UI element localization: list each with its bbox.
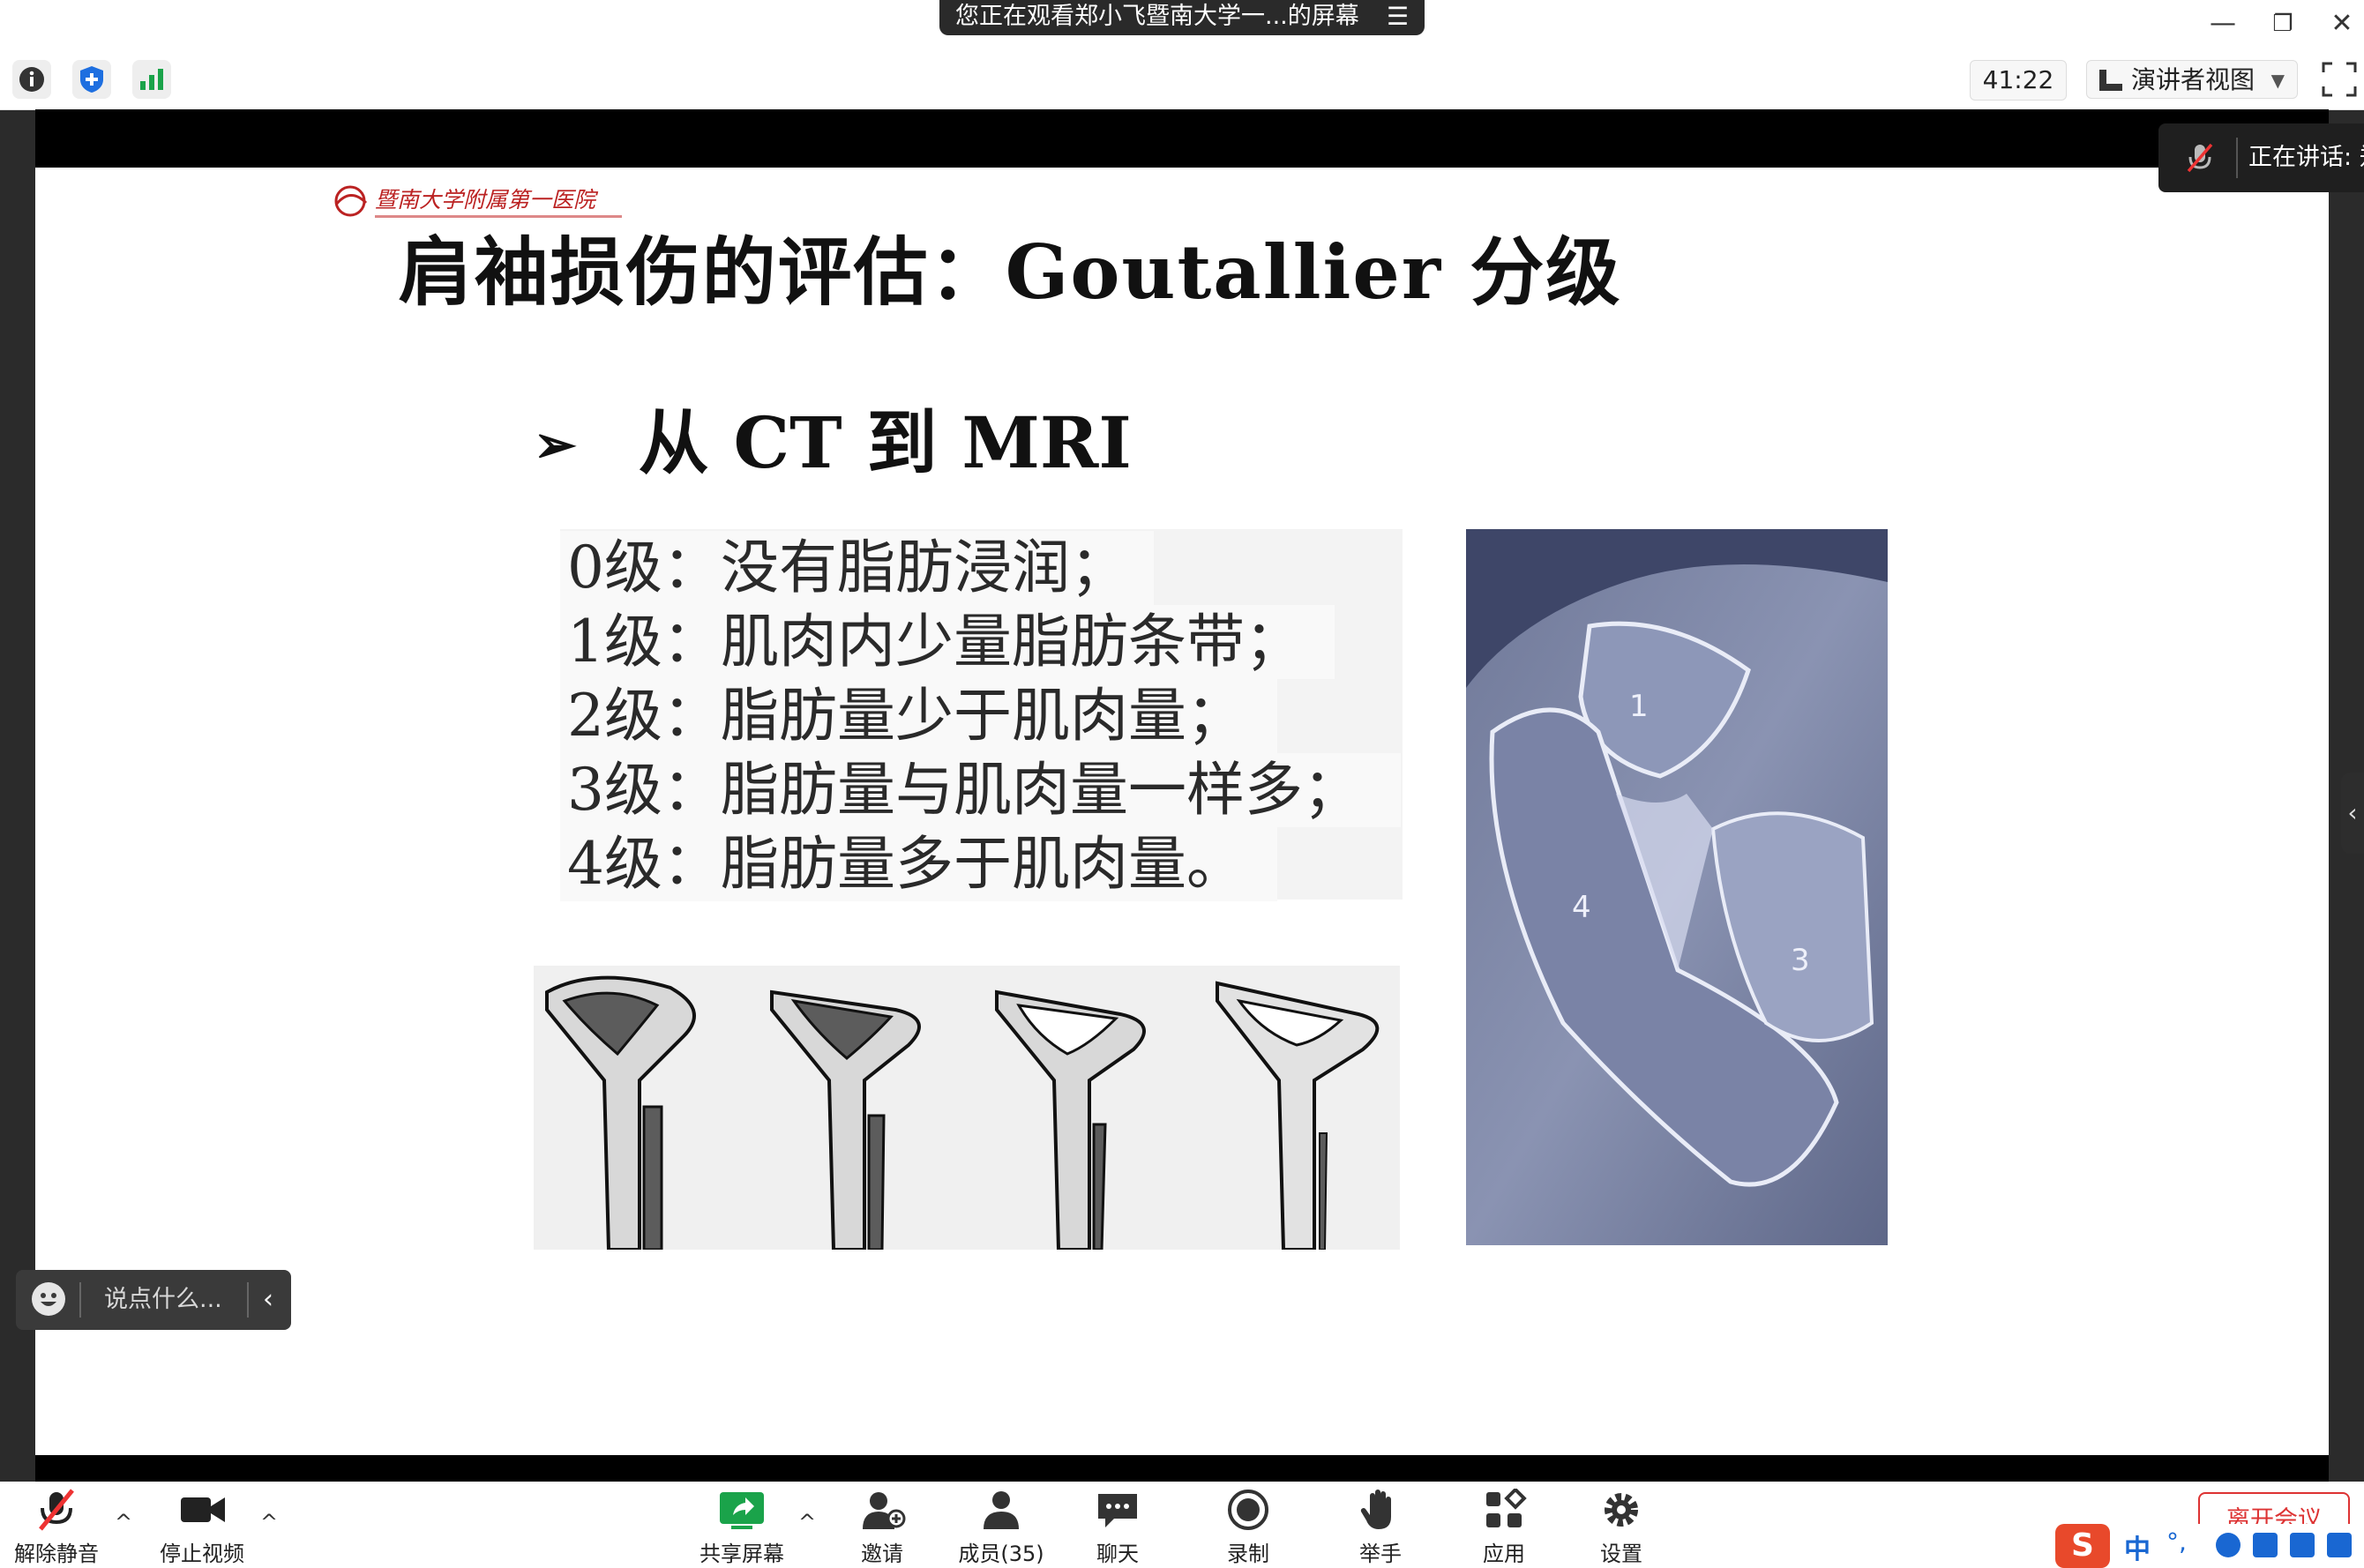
ime-language-toggle[interactable]: 中 (2124, 1527, 2151, 1566)
info-icon[interactable] (12, 60, 51, 99)
chevron-left-icon[interactable]: ‹ (263, 1270, 273, 1330)
raise-hand-label: 举手 (1359, 1542, 1402, 1566)
chat-input[interactable]: 说点什么... (104, 1270, 222, 1330)
record-button[interactable]: 录制 (1208, 1489, 1288, 1566)
speaking-label: 正在讲话: 郑 (2248, 144, 2364, 171)
settings-button[interactable]: 设置 (1582, 1489, 1661, 1566)
hospital-logo-text: 暨南大学附属第一医院 (375, 187, 599, 213)
mri-image: 1 4 3 (1466, 529, 1888, 1245)
apps-button[interactable]: 应用 (1464, 1489, 1544, 1566)
bullet-text: 从 CT 到 MRI (638, 401, 1132, 484)
speaker-view-icon (2099, 70, 2122, 91)
screen-share-banner[interactable]: 您正在观看郑小飞暨南大学一...的屏幕 ☰ (939, 0, 1425, 35)
unmute-label: 解除静音 (14, 1542, 99, 1566)
divider (247, 1282, 249, 1318)
meeting-controls: 解除静音 ^ 停止视频 ^ 共享屏幕 ^ 邀请 成员(35) 聊天 录制 举手 … (0, 1482, 2364, 1568)
chevron-up-icon[interactable]: ^ (115, 1510, 132, 1534)
share-screen-label: 共享屏幕 (699, 1542, 784, 1566)
video-camera-icon (181, 1497, 225, 1522)
sogou-logo-icon[interactable]: S (2055, 1524, 2110, 1568)
settings-label: 设置 (1600, 1542, 1642, 1566)
add-user-icon (863, 1492, 906, 1529)
muted-mic-icon (39, 1489, 74, 1531)
gear-icon (1605, 1493, 1638, 1527)
unmute-button[interactable]: 解除静音 (12, 1489, 101, 1566)
close-button[interactable]: ✕ (2320, 5, 2364, 42)
ime-toolbar: S 中 °, (2055, 1524, 2364, 1568)
window-title-bar: 您正在观看郑小飞暨南大学一...的屏幕 ☰ — ❐ ✕ (0, 0, 2364, 49)
share-banner-text: 您正在观看郑小飞暨南大学一...的屏幕 (955, 3, 1359, 30)
participants-button[interactable]: 成员(35) (953, 1489, 1050, 1566)
grade-item: 3级：脂肪量与肌肉量一样多； (560, 753, 1401, 827)
emoji-icon[interactable] (32, 1282, 65, 1316)
slide-bullet: ➢ 从 CT 到 MRI (534, 386, 1132, 489)
apps-label: 应用 (1483, 1542, 1525, 1566)
grade-item: 4级：脂肪量多于肌肉量。 (560, 827, 1277, 901)
grade-item: 2级：脂肪量少于肌肉量； (560, 679, 1277, 753)
skin-icon[interactable] (2290, 1533, 2315, 1557)
bullet-arrow-icon: ➢ (534, 414, 577, 474)
view-mode-select[interactable]: 演讲者视图 ▼ (2086, 60, 2298, 99)
chat-bubble-icon (1098, 1494, 1137, 1527)
presentation-slide: 暨南大学附属第一医院 肩袖损伤的评估：Goutallier 分级 ➢ 从 CT 到… (35, 168, 2329, 1455)
participants-icon (984, 1491, 1019, 1529)
record-icon (1228, 1490, 1268, 1530)
active-speaker-indicator: 正在讲话: 郑 (2158, 123, 2364, 192)
signal-icon[interactable] (132, 60, 171, 99)
participants-label: 成员(35) (958, 1542, 1044, 1566)
mri-label: 1 (1629, 689, 1649, 724)
ime-punctuation-toggle[interactable]: °, (2166, 1527, 2187, 1557)
quick-chat-box[interactable]: 说点什么... ‹ (16, 1270, 291, 1330)
stop-video-label: 停止视频 (160, 1542, 244, 1566)
restore-button[interactable]: ❐ (2261, 5, 2305, 42)
view-mode-label: 演讲者视图 (2131, 65, 2256, 94)
toolbox-icon[interactable] (2327, 1533, 2352, 1557)
divider (2236, 138, 2238, 178)
grade-item: 1级：肌肉内少量脂肪条带； (560, 605, 1335, 679)
invite-label: 邀请 (861, 1542, 903, 1566)
minimize-button[interactable]: — (2201, 5, 2245, 42)
fullscreen-icon[interactable] (2320, 60, 2359, 99)
keyboard-icon[interactable] (2253, 1533, 2278, 1557)
meeting-toolbar: 41:22 演讲者视图 ▼ (0, 49, 2364, 110)
chevron-down-icon: ▼ (2270, 70, 2285, 91)
muted-mic-icon (2187, 143, 2213, 173)
goutallier-diagram (534, 966, 1400, 1250)
grade-item: 0级：没有脂肪浸润； (560, 531, 1154, 605)
divider (79, 1282, 81, 1318)
chevron-up-icon[interactable]: ^ (798, 1510, 816, 1534)
voice-input-icon[interactable] (2216, 1533, 2241, 1557)
grade-list: 0级：没有脂肪浸润； 1级：肌肉内少量脂肪条带； 2级：脂肪量少于肌肉量； 3级… (560, 529, 1403, 901)
share-screen-button[interactable]: 共享屏幕 (693, 1489, 790, 1566)
chat-button[interactable]: 聊天 (1078, 1489, 1157, 1566)
meeting-timer: 41:22 (1970, 60, 2067, 101)
mri-label: 4 (1572, 890, 1591, 925)
apps-icon (1486, 1489, 1527, 1527)
record-label: 录制 (1227, 1542, 1269, 1566)
shield-icon[interactable] (72, 60, 111, 99)
side-panel-toggle[interactable]: ‹ (2341, 773, 2364, 854)
raise-hand-icon (1360, 1490, 1391, 1529)
chat-label: 聊天 (1096, 1542, 1139, 1566)
banner-menu-icon[interactable]: ☰ (1387, 0, 1409, 34)
stop-video-button[interactable]: 停止视频 (153, 1489, 251, 1566)
invite-button[interactable]: 邀请 (842, 1489, 922, 1566)
share-screen-icon (720, 1492, 764, 1529)
chevron-up-icon[interactable]: ^ (260, 1510, 278, 1534)
raise-hand-button[interactable]: 举手 (1341, 1489, 1420, 1566)
mri-label: 3 (1791, 943, 1810, 978)
slide-title: 肩袖损伤的评估：Goutallier 分级 (398, 228, 1622, 316)
